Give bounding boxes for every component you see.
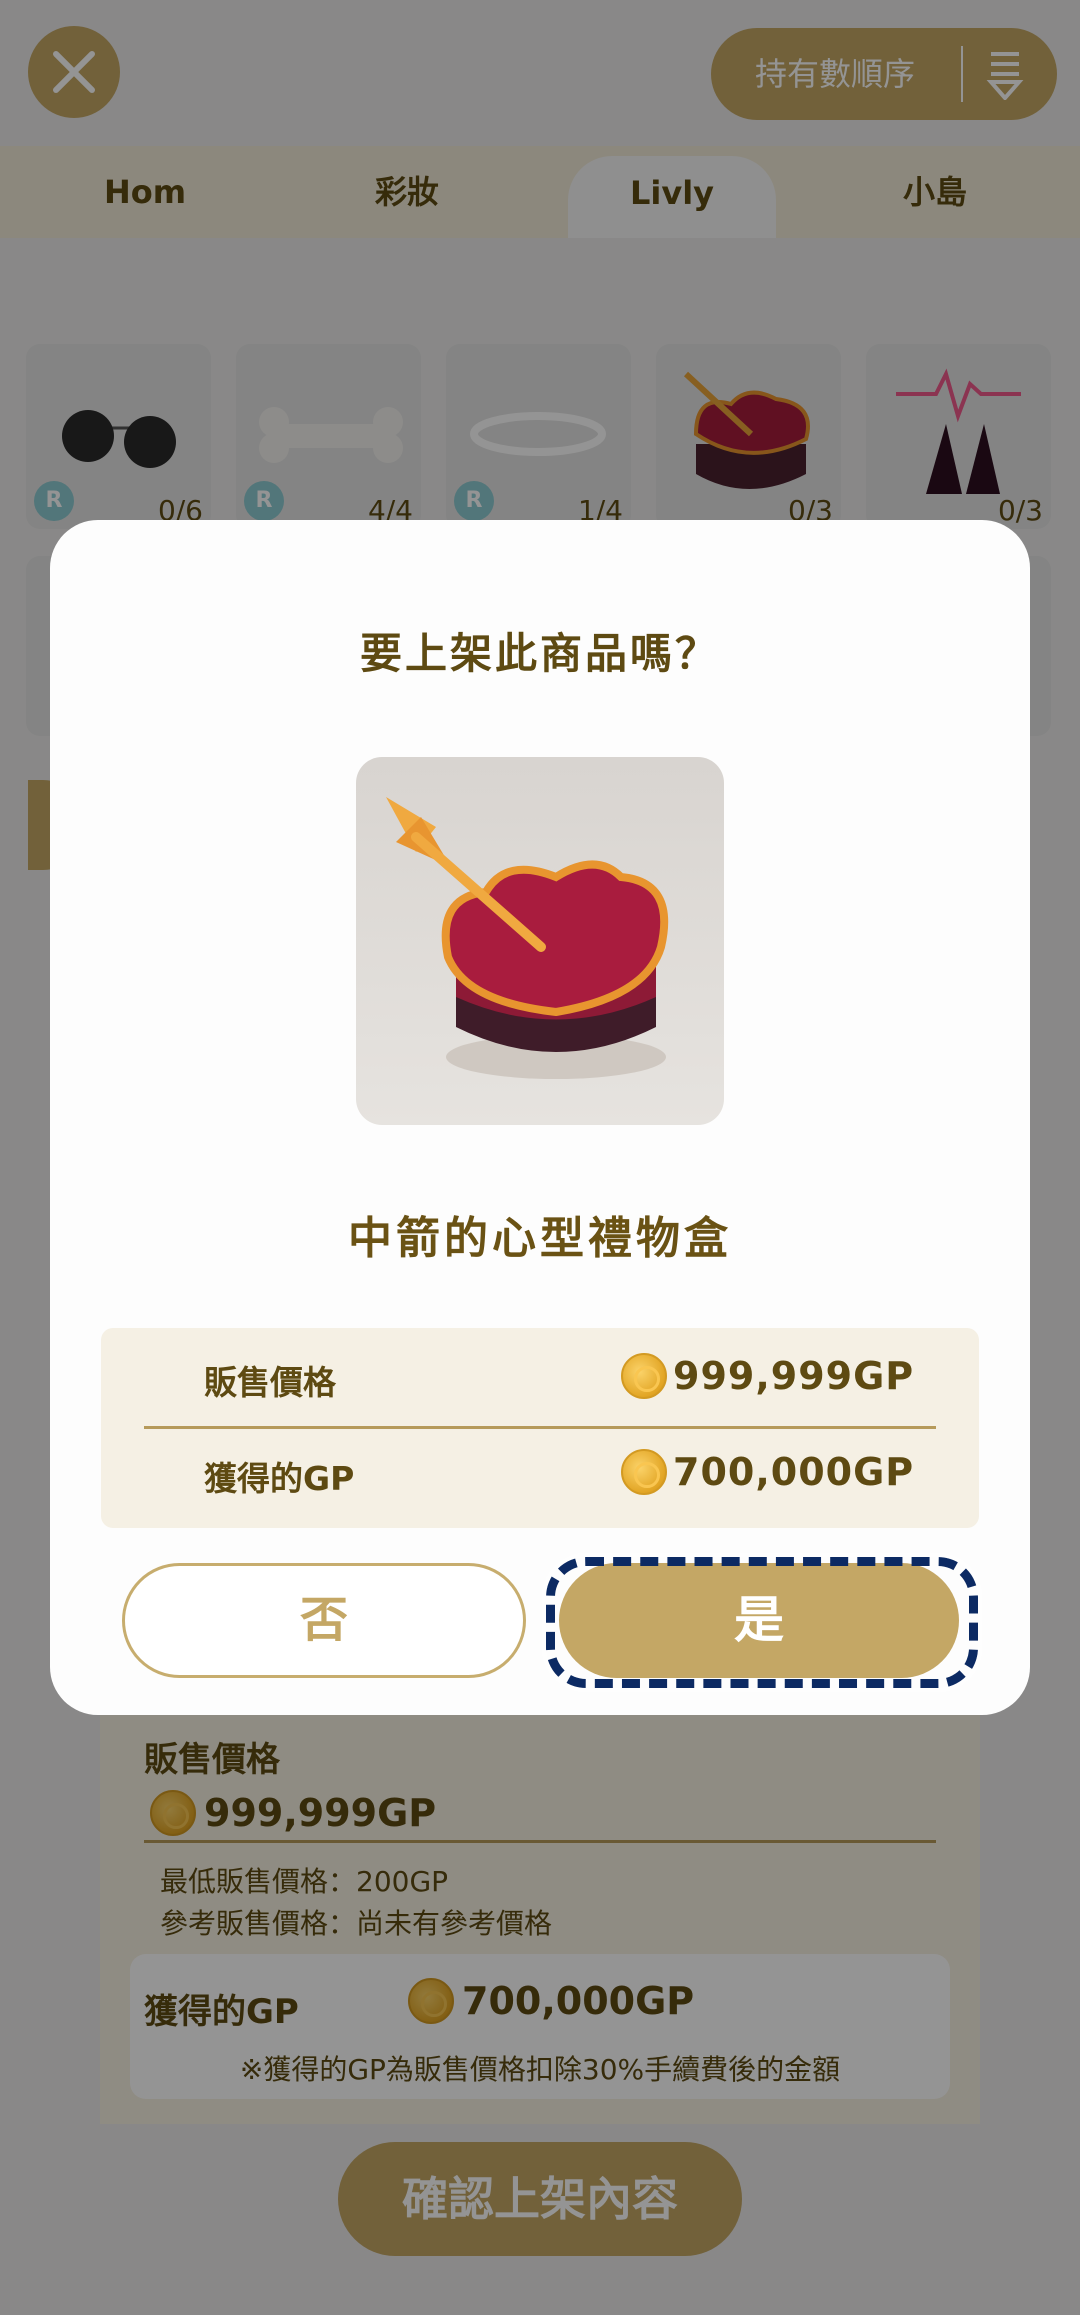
gp-coin-icon	[621, 1353, 667, 1399]
price-row: 999,999GP	[621, 1350, 914, 1402]
no-button[interactable]: 否	[122, 1563, 526, 1678]
item-preview	[356, 757, 724, 1125]
item-name: 中箭的心型禮物盒	[348, 1213, 732, 1264]
price-summary: 販售價格 999,999GP 獲得的GP 700,000GP	[101, 1328, 979, 1528]
dialog-title: 要上架此商品嗎？	[359, 629, 720, 678]
gp-row: 700,000GP	[621, 1446, 914, 1498]
divider	[144, 1426, 936, 1429]
focus-ring	[542, 1553, 982, 1692]
price-value: 999,999GP	[673, 1354, 915, 1398]
gp-coin-icon	[621, 1449, 667, 1495]
gp-value: 700,000GP	[673, 1450, 915, 1494]
confirm-dialog: 要上架此商品嗎？ 中箭的心型禮物盒 販售價格 999,999GP 獲得的GP 7…	[50, 520, 1030, 1715]
gp-label: 獲得的GP	[204, 1459, 355, 1498]
price-label: 販售價格	[204, 1363, 336, 1402]
heart-gift-box-icon	[386, 797, 669, 1079]
